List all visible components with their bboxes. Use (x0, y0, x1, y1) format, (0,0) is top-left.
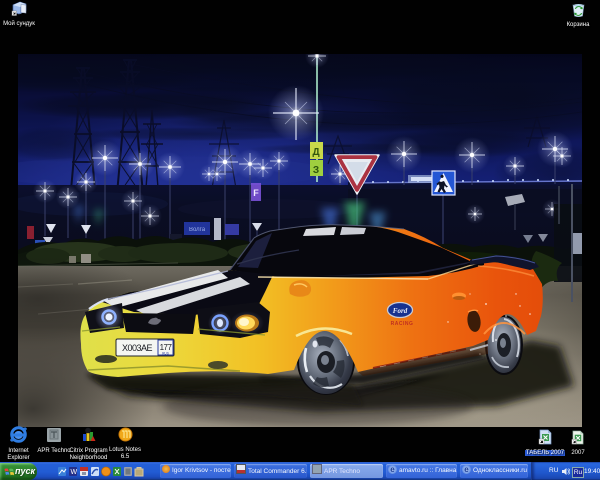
svg-text:Ford: Ford (393, 307, 408, 315)
svg-text:RUS: RUS (162, 352, 169, 356)
svg-text:F: F (253, 188, 259, 198)
svg-text:Д: Д (312, 147, 319, 158)
svg-text:RACING: RACING (391, 321, 414, 327)
svg-text:Х003АЕ: Х003АЕ (122, 343, 153, 353)
svg-text:Волга: Волга (189, 227, 206, 233)
svg-text:З: З (313, 165, 319, 176)
svg-text:W: W (71, 469, 78, 476)
